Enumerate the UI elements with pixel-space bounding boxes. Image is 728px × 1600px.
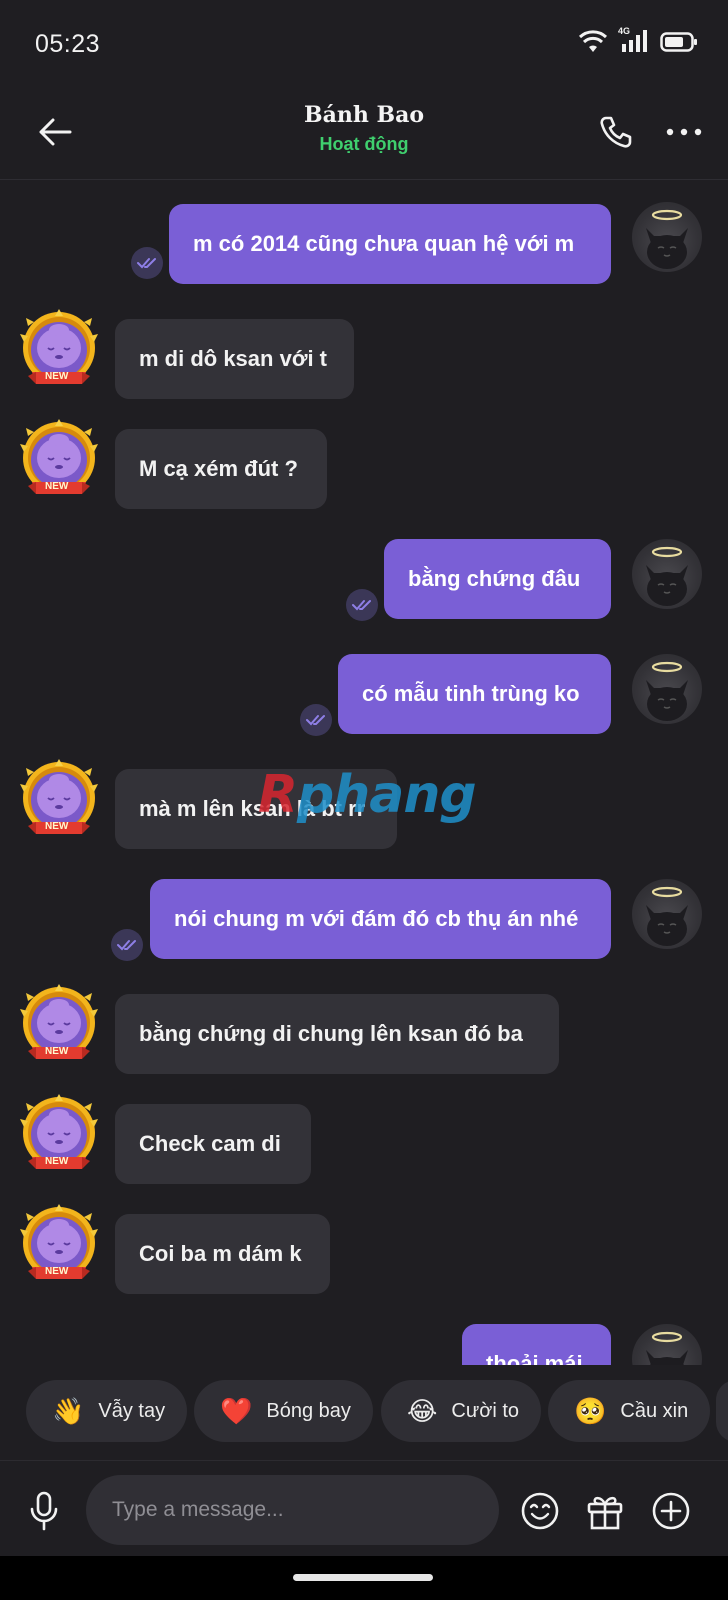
my-avatar[interactable] [632,202,702,272]
network-type: 4G [618,26,631,36]
laughing-face-icon: 😂 [407,1395,438,1426]
system-nav-bar [0,1556,728,1600]
new-badge: NEW [45,1046,69,1057]
wifi-icon [578,30,608,59]
phone-icon [600,116,632,148]
read-receipt-icon [300,704,332,736]
quick-reactions-bar: 👋 Vẫy tay ❤️ Bóng bay 😂 Cười to 🥺 Cầu xi… [0,1380,728,1446]
new-badge: NEW [45,821,69,832]
status-icons: 4G [578,26,698,59]
new-badge: NEW [45,481,69,492]
reaction-chip-plead[interactable]: 🥺 Cầu xin [548,1380,711,1442]
message-list[interactable]: m có 2014 cũng chưa quan hệ với m NEW m … [0,181,728,1365]
reaction-chip-wave[interactable]: 👋 Vẫy tay [26,1380,188,1442]
read-receipt-icon [111,929,143,961]
read-receipt-icon [346,589,378,621]
message-bubble-incoming[interactable]: Check cam di [115,1104,311,1184]
battery-icon [660,31,698,58]
more-options-button[interactable] [662,110,706,154]
home-indicator[interactable] [293,1574,433,1581]
message-bubble-outgoing[interactable]: bằng chứng đâu [384,539,611,619]
new-badge: NEW [45,1266,69,1277]
message-bubble-outgoing[interactable]: thoải mái [462,1324,611,1365]
message-input[interactable] [86,1475,499,1545]
new-badge: NEW [45,1156,69,1167]
message-bubble-incoming[interactable]: Coi ba m dám k [115,1214,330,1294]
my-avatar[interactable] [632,539,702,609]
reaction-label: Cười to [451,1399,520,1422]
message-bubble-outgoing[interactable]: nói chung m với đám đó cb thụ án nhé [150,879,611,959]
pleading-face-icon: 🥺 [574,1395,607,1426]
status-time: 05:23 [35,30,101,58]
wave-icon: 👋 [52,1395,85,1426]
message-bubble-incoming[interactable]: mà m lên ksan là bt rr [115,769,397,849]
attach-button[interactable] [649,1489,693,1533]
message-bubble-incoming[interactable]: bằng chứng di chung lên ksan đó ba [115,994,559,1074]
call-button[interactable] [594,110,638,154]
reaction-label: Cầu xin [620,1399,689,1422]
reaction-label: Vẫy tay [98,1399,166,1422]
message-bubble-outgoing[interactable]: có mẫu tinh trùng ko [338,654,611,734]
my-avatar[interactable] [632,1324,702,1365]
heart-icon: ❤️ [220,1395,253,1426]
reaction-chip-more[interactable] [716,1380,728,1442]
message-bubble-incoming[interactable]: m di dô ksan với t [115,319,354,399]
chat-header: Bánh Bao Hoạt động [0,88,728,180]
message-composer [0,1460,728,1556]
reaction-label: Bóng bay [266,1399,351,1422]
more-horizontal-icon [666,128,702,136]
message-bubble-outgoing[interactable]: m có 2014 cũng chưa quan hệ với m [169,204,611,284]
microphone-icon [30,1491,58,1531]
voice-message-button[interactable] [22,1489,66,1533]
gift-icon [587,1496,623,1530]
plus-circle-icon [652,1492,690,1530]
my-avatar[interactable] [632,879,702,949]
smiley-icon [521,1492,559,1530]
new-badge: NEW [45,371,69,382]
signal-icon: 4G [618,26,648,59]
gift-button[interactable] [583,1489,627,1533]
read-receipt-icon [131,247,163,279]
status-bar: 05:23 4G [0,0,728,88]
reaction-chip-balloon[interactable]: ❤️ Bóng bay [194,1380,373,1442]
message-bubble-incoming[interactable]: M cạ xém đút ? [115,429,327,509]
my-avatar[interactable] [632,654,702,724]
reaction-chip-laugh[interactable]: 😂 Cười to [381,1380,542,1442]
emoji-button[interactable] [518,1489,562,1533]
